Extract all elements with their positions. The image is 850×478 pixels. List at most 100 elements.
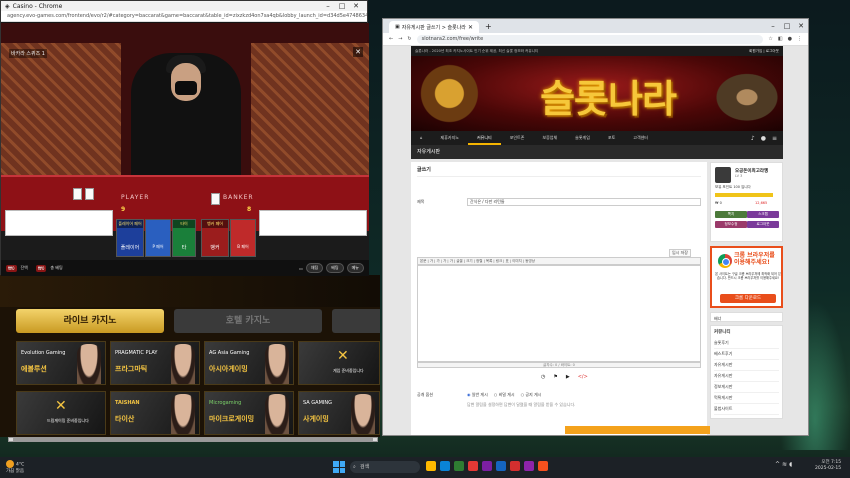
- nav-item-community[interactable]: 커뮤니티: [467, 131, 501, 145]
- bet-button[interactable]: 베팅: [326, 263, 344, 273]
- message-button[interactable]: 쪽지: [715, 211, 747, 218]
- game-card-evolution[interactable]: Evolution Gaming 에볼루션: [16, 341, 106, 385]
- game-card-pragmatic[interactable]: PRAGMATIC PLAY 프라그마틱: [110, 341, 200, 385]
- youtube-taskbar-icon[interactable]: [510, 461, 520, 471]
- nav-item[interactable]: 슬롯게임: [566, 131, 599, 145]
- game-card-microgaming[interactable]: Microgaming 마이크로게이밍: [204, 391, 294, 435]
- minimize-icon[interactable]: –: [766, 22, 780, 30]
- user-icon[interactable]: ●: [761, 135, 766, 142]
- category-item[interactable]: 자유게시판: [714, 371, 779, 382]
- taskbar-clock[interactable]: 오전 7:15 2025-02-15: [815, 460, 841, 472]
- home-icon[interactable]: ⌂: [411, 131, 432, 145]
- reload-icon[interactable]: ↻: [407, 36, 411, 42]
- bet-tie[interactable]: 타이 타: [172, 219, 196, 257]
- site-banner[interactable]: 슬롯나라: [411, 56, 783, 131]
- taskbar-search[interactable]: 검색: [350, 461, 420, 473]
- chevron-up-icon[interactable]: ^: [775, 461, 782, 468]
- app-icon[interactable]: [524, 461, 534, 471]
- tab-hotel-casino[interactable]: 호텔 카지노: [174, 309, 322, 333]
- live-video[interactable]: 바카라 스퀴즈 1 ✕ PLAYER BANKER 9 8 플레이어 페어 플레…: [1, 23, 369, 276]
- app-icon[interactable]: [482, 461, 492, 471]
- tab-close-icon[interactable]: ✕: [468, 24, 473, 31]
- bet-player-pair[interactable]: P 페어: [145, 219, 171, 257]
- scrap-button[interactable]: 스크랩: [747, 211, 779, 218]
- flag-icon[interactable]: ⚑: [553, 374, 557, 380]
- video-close-icon[interactable]: ✕: [353, 47, 363, 57]
- chrome-download-button[interactable]: 크롬 다운로드: [720, 294, 776, 303]
- app-icon[interactable]: [496, 461, 506, 471]
- wifi-icon[interactable]: ≋: [782, 461, 789, 468]
- scrollbar-thumb[interactable]: [13, 438, 373, 441]
- bell-icon[interactable]: ♪: [751, 135, 755, 142]
- category-item[interactable]: 자유게시판: [714, 360, 779, 371]
- url-input[interactable]: slotnara2.com/free/write: [416, 34, 764, 44]
- editor-body[interactable]: [417, 265, 701, 362]
- avatar[interactable]: [715, 167, 731, 183]
- weather-widget[interactable]: 4°C 가끔 맑음: [6, 460, 24, 475]
- horizontal-scrollbar[interactable]: [8, 437, 378, 442]
- minimize-icon[interactable]: –: [321, 2, 335, 10]
- tab-live-casino[interactable]: 라이브 카지노: [16, 309, 164, 333]
- submit-button[interactable]: [565, 426, 710, 434]
- menu-button[interactable]: 메뉴: [346, 263, 364, 273]
- bet-banker-pair[interactable]: B 페어: [230, 219, 256, 257]
- sidebar-banner[interactable]: 배너: [710, 312, 783, 322]
- popup-titlebar[interactable]: ◈ Casino - Chrome – □ ✕: [1, 1, 367, 11]
- volume-icon[interactable]: ◖: [789, 461, 794, 468]
- bead-road[interactable]: [5, 210, 113, 236]
- close-icon[interactable]: ✕: [349, 2, 363, 10]
- game-card-taishan[interactable]: TAISHAN 타이산: [110, 391, 200, 435]
- category-item[interactable]: 정보게시판: [714, 382, 779, 393]
- autosave-button[interactable]: 임시 저장: [669, 249, 691, 257]
- chat-button[interactable]: 채팅: [305, 263, 324, 273]
- edit-profile-button[interactable]: 정보수정: [715, 221, 747, 228]
- nav-item[interactable]: 고객센터: [624, 131, 657, 145]
- clock-icon[interactable]: ◷: [541, 374, 545, 380]
- big-road[interactable]: [259, 210, 367, 236]
- nav-item[interactable]: 포인트존: [501, 131, 534, 145]
- visibility-option-secret[interactable]: ○ 비밀 게시: [494, 392, 515, 398]
- system-tray[interactable]: ^≋◖: [775, 461, 794, 468]
- bet-player[interactable]: 플레이어 페어 플레이어: [116, 219, 144, 257]
- tab-more[interactable]: [332, 309, 380, 333]
- logout-button[interactable]: 로그아웃: [747, 221, 779, 228]
- popup-url[interactable]: agency.evo-games.com/frontend/evo/r2/#ca…: [1, 11, 367, 22]
- file-explorer-icon[interactable]: [426, 461, 436, 471]
- code-icon[interactable]: </>: [578, 374, 588, 380]
- hamburger-icon[interactable]: ≡: [772, 135, 777, 142]
- chrome-taskbar-icon[interactable]: [468, 461, 478, 471]
- site-logo[interactable]: 슬롯나라: [503, 68, 713, 123]
- bet-banker[interactable]: 뱅커 페어 뱅커: [201, 219, 229, 257]
- game-card-dream-gaming[interactable]: ✕ 드림게이밍 준비중입니다: [16, 391, 106, 435]
- profile-icon[interactable]: ●: [788, 36, 792, 42]
- maximize-icon[interactable]: □: [780, 22, 794, 30]
- game-card-sa-gaming[interactable]: SA GAMING 사게이밍: [298, 391, 380, 435]
- nav-item[interactable]: 보증업체: [533, 131, 566, 145]
- browser-tab[interactable]: ▣ 자유게시판 글쓰기 > 슬롯나라 ✕: [389, 21, 479, 33]
- nav-item[interactable]: 제휴카지노: [432, 131, 468, 145]
- maximize-icon[interactable]: □: [335, 2, 349, 10]
- game-card-asia-gaming[interactable]: AG Asia Gaming 아시아게이밍: [204, 341, 294, 385]
- category-item[interactable]: 베스트후기: [714, 349, 779, 360]
- category-item[interactable]: 불법사이트: [714, 404, 779, 415]
- category-item[interactable]: 슬롯후기: [714, 338, 779, 349]
- account-links[interactable]: 회원가입 | 로그아웃: [749, 49, 779, 54]
- category-item[interactable]: 먹튀게시판: [714, 393, 779, 404]
- menu-icon[interactable]: ⋮: [797, 36, 802, 42]
- youtube-icon[interactable]: ▶: [566, 374, 570, 380]
- editor-toolbar[interactable]: 본문 | 가 | 가 | 가 | 가 | 글꼴 | 크기 | 정렬 | 목록 |…: [417, 257, 701, 265]
- subject-input[interactable]: 간식은 / 다만 리턴들: [467, 198, 701, 206]
- edge-icon[interactable]: [440, 461, 450, 471]
- app-icon[interactable]: [538, 461, 548, 471]
- back-icon[interactable]: ←: [389, 36, 393, 42]
- store-icon[interactable]: [454, 461, 464, 471]
- start-icon[interactable]: [333, 461, 345, 473]
- chat-icon[interactable]: ▭: [299, 266, 303, 271]
- nav-item[interactable]: 포토: [599, 131, 624, 145]
- visibility-option-public[interactable]: ◉ 일반 게시: [467, 392, 488, 398]
- close-icon[interactable]: ✕: [794, 22, 808, 30]
- extension-icon[interactable]: ◧: [778, 36, 783, 42]
- new-tab-icon[interactable]: +: [485, 22, 492, 31]
- visibility-option-notice[interactable]: ○ 공지 게시: [521, 392, 542, 398]
- forward-icon[interactable]: →: [398, 36, 402, 42]
